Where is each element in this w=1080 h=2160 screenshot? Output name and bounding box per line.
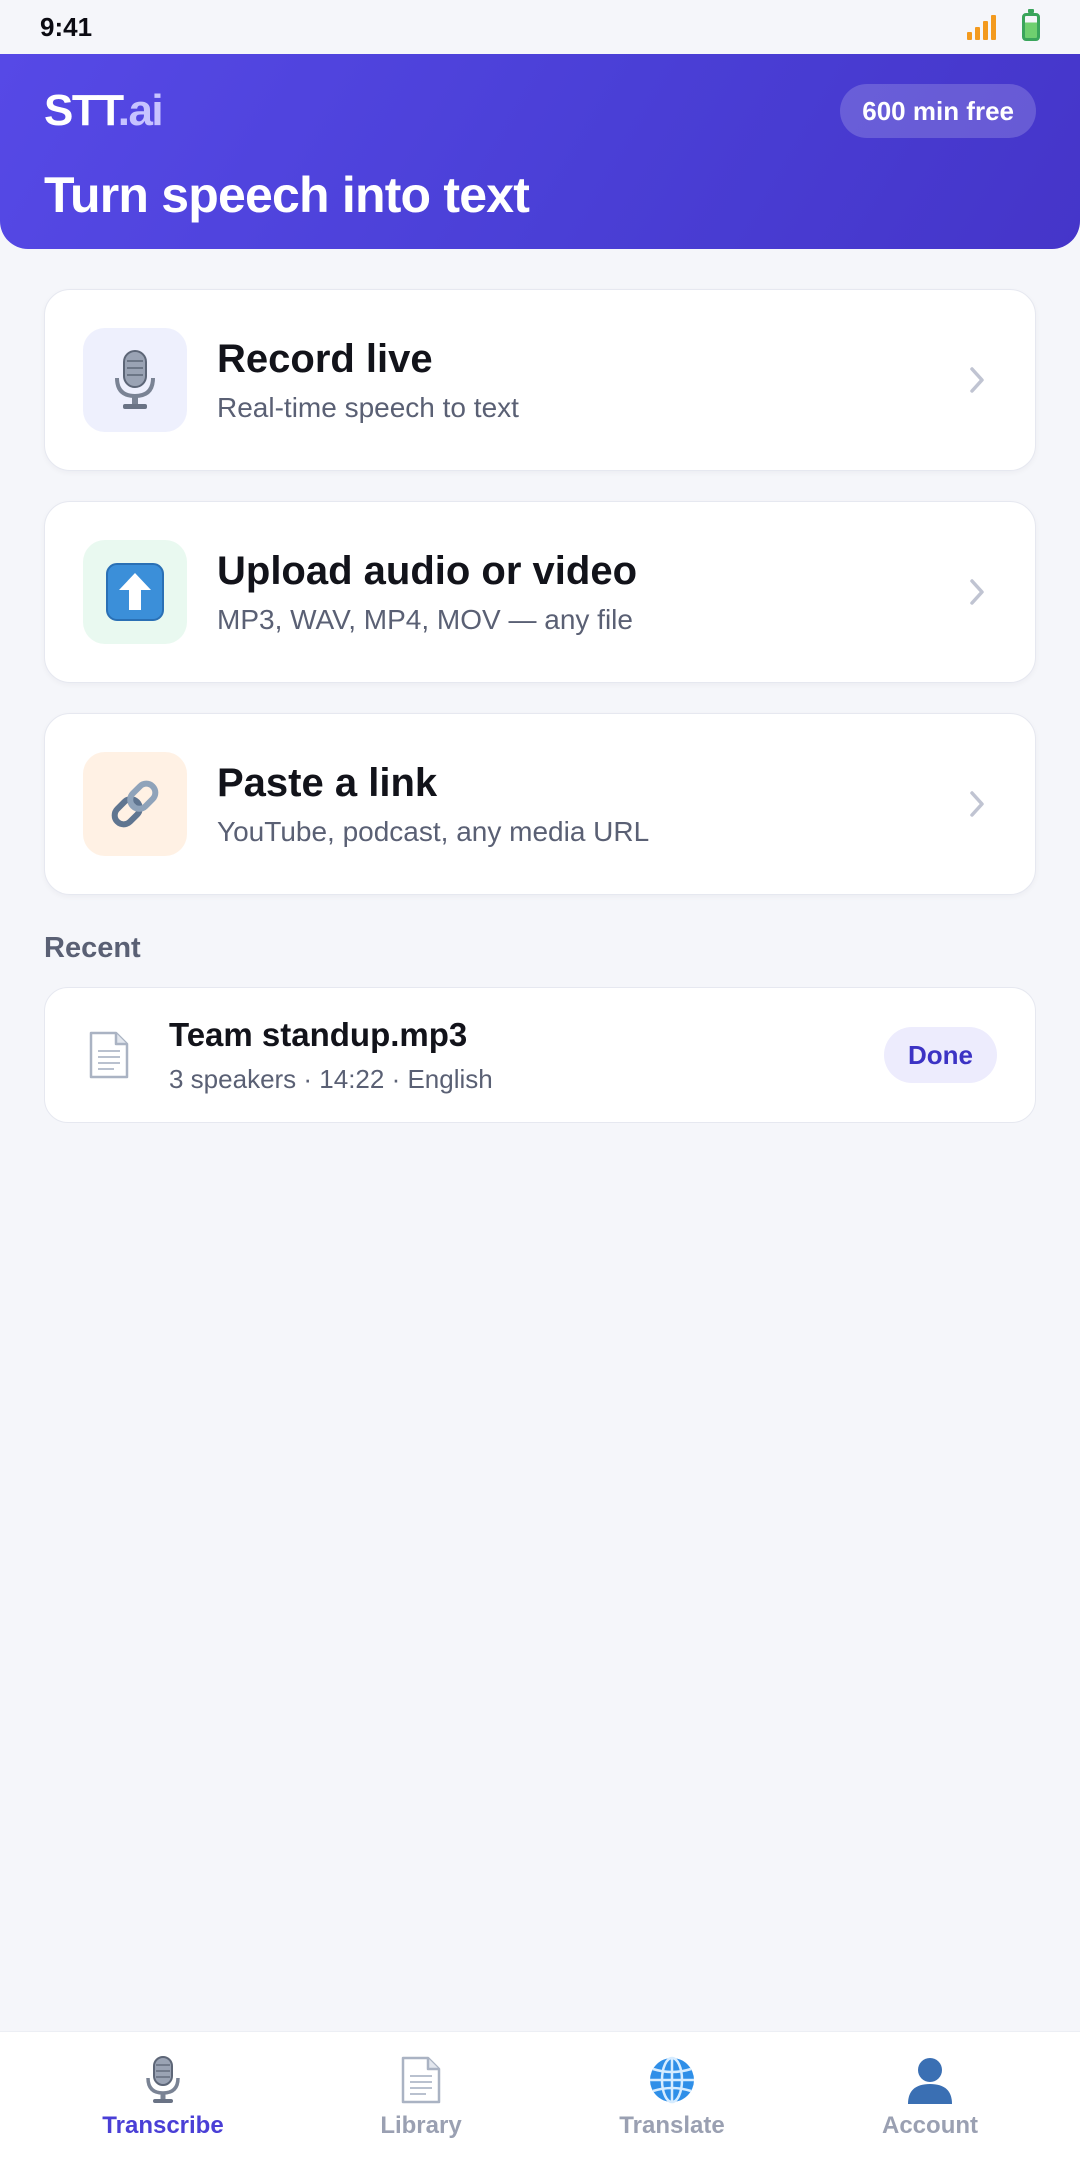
paste-link-title: Paste a link [217, 760, 438, 805]
paste-link-subtitle: YouTube, podcast, any media URL [217, 815, 650, 847]
brand-main: STT [44, 86, 119, 135]
nav-label-transcribe: Transcribe [102, 2112, 224, 2139]
upload-icon-tile [83, 540, 187, 644]
header: STT.ai 600 min free Turn speech into tex… [0, 54, 1080, 249]
upload-card[interactable]: Upload audio or video MP3, WAV, MP4, MOV… [44, 501, 1036, 683]
hero-title: Turn speech into text [44, 167, 530, 223]
upload-subtitle: MP3, WAV, MP4, MOV — any file [217, 603, 633, 635]
bottom-nav: Transcribe Library Translate Account [0, 2031, 1080, 2160]
record-live-card[interactable]: Record live Real-time speech to text [44, 289, 1036, 471]
record-live-subtitle: Real-time speech to text [217, 391, 519, 423]
upload-title: Upload audio or video [217, 548, 638, 593]
free-minutes-badge[interactable]: 600 min free [840, 84, 1036, 138]
paste-link-card[interactable]: Paste a link YouTube, podcast, any media… [44, 713, 1036, 895]
signal-icon [967, 14, 996, 40]
record-live-title: Record live [217, 336, 433, 381]
battery-icon [1022, 9, 1040, 41]
globe-icon [646, 2054, 698, 2106]
microphone-icon [115, 350, 155, 409]
status-time: 9:41 [40, 11, 93, 42]
nav-item-library[interactable]: Library [321, 2054, 521, 2140]
chevron-right-icon [957, 784, 997, 824]
upload-texts: Upload audio or video MP3, WAV, MP4, MOV… [217, 549, 957, 636]
status-icons [967, 9, 1040, 41]
recent-item-title: Team standup.mp3 [169, 1015, 468, 1053]
nav-label-translate: Translate [619, 2112, 725, 2139]
link-icon-tile [83, 752, 187, 856]
recent-item-texts: Team standup.mp3 3 speakers · 14:22 · En… [169, 1016, 884, 1095]
document-icon [395, 2054, 447, 2106]
nav-item-transcribe[interactable]: Transcribe [63, 2054, 263, 2140]
status-badge: Done [884, 1027, 997, 1083]
recent-item-meta: 3 speakers · 14:22 · English [169, 1063, 493, 1094]
record-live-texts: Record live Real-time speech to text [217, 337, 957, 424]
brand-logo: STT.ai [44, 86, 164, 136]
nav-label-library: Library [380, 2112, 462, 2139]
nav-item-account[interactable]: Account [830, 2054, 1030, 2140]
nav-item-translate[interactable]: Translate [572, 2054, 772, 2140]
recent-item[interactable]: Team standup.mp3 3 speakers · 14:22 · En… [44, 987, 1036, 1123]
nav-label-account: Account [882, 2112, 978, 2139]
microphone-icon [137, 2054, 189, 2106]
brand-suffix: .ai [117, 86, 164, 135]
chevron-right-icon [957, 572, 997, 612]
chevron-right-icon [957, 360, 997, 400]
record-icon-tile [83, 328, 187, 432]
recent-section-label: Recent [44, 932, 141, 964]
status-bar: 9:41 [0, 0, 1080, 54]
paste-link-texts: Paste a link YouTube, podcast, any media… [217, 761, 957, 848]
user-icon [904, 2054, 956, 2106]
document-icon [85, 1029, 133, 1081]
link-icon [111, 780, 159, 828]
upload-arrow-icon [106, 563, 164, 621]
